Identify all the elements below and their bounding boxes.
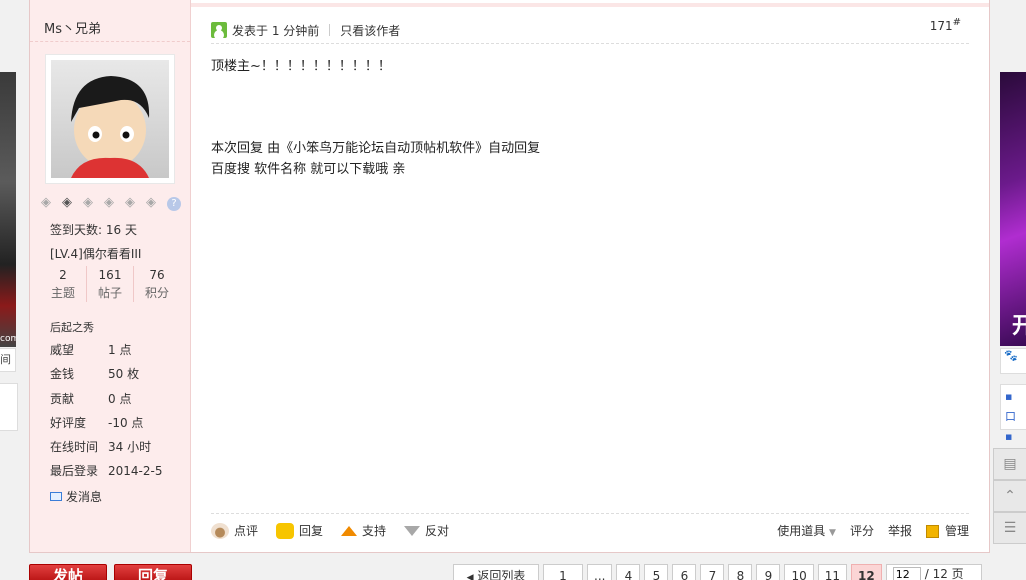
up-arrow-icon bbox=[341, 525, 358, 536]
send-message-link[interactable]: 发消息 bbox=[50, 488, 102, 505]
sign-in-days: 签到天数: 16 天 bbox=[50, 223, 137, 237]
forum-post: Ms丶兄弟 ◈ ◈ ◈ ◈ ◈ ◈ ? 签到天数: 16 天 [LV.4]偶尔看… bbox=[29, 0, 990, 553]
speech-bubble-icon: ▤ bbox=[1003, 456, 1017, 472]
comment-float-button[interactable]: ▤ bbox=[993, 448, 1026, 480]
post-content-area: 发表于 1 分钟前 只看该作者 171# 顶楼主~！！！！！！！！！！ 本次回复… bbox=[211, 0, 971, 552]
stat-points[interactable]: 76 积分 bbox=[134, 266, 180, 302]
user-level: [LV.4]偶尔看看III bbox=[50, 247, 142, 261]
oppose-button[interactable]: 反对 bbox=[404, 522, 449, 539]
info-row: 最后登录 2014-2-5 bbox=[50, 464, 163, 479]
comment-icon bbox=[211, 522, 229, 539]
down-arrow-icon bbox=[404, 525, 421, 536]
new-post-button[interactable]: 发帖 bbox=[29, 564, 107, 580]
user-group[interactable]: 后起之秀 bbox=[50, 319, 94, 335]
avatar-image bbox=[51, 60, 169, 178]
post-header: 发表于 1 分钟前 只看该作者 171# bbox=[211, 17, 969, 44]
rank-gems: ◈ ◈ ◈ ◈ ◈ ◈ bbox=[38, 196, 159, 210]
author-only-link[interactable]: 只看该作者 bbox=[340, 22, 400, 39]
envelope-icon bbox=[50, 492, 62, 501]
left-ad-banner[interactable] bbox=[0, 72, 16, 347]
info-row: 威望 1 点 bbox=[50, 343, 132, 357]
manage-icon bbox=[925, 525, 939, 538]
post-text-line: 顶楼主~！！！！！！！！！！ bbox=[211, 59, 391, 74]
page-link[interactable]: 4 bbox=[616, 564, 641, 580]
separator bbox=[329, 24, 331, 36]
diamond-icon: ◈ bbox=[125, 195, 135, 210]
page-link[interactable]: 11 bbox=[817, 564, 848, 580]
back-to-list-link[interactable]: ◀ 返回列表 bbox=[453, 564, 539, 580]
info-row: 贡献 0 点 bbox=[50, 391, 132, 406]
left-ad-text: com bbox=[0, 334, 16, 344]
stat-posts[interactable]: 161 帖子 bbox=[87, 266, 134, 302]
post-text-line: 本次回复 由《小笨鸟万能论坛自动顶帖机软件》自动回复 bbox=[211, 141, 541, 156]
avatar[interactable] bbox=[45, 54, 175, 184]
stat-threads[interactable]: 2 主题 bbox=[40, 266, 87, 302]
username-link[interactable]: Ms丶兄弟 bbox=[44, 18, 101, 37]
list-icon: ☰ bbox=[1003, 520, 1017, 536]
post-text-line: 百度搜 软件名称 就可以下载哦 亲 bbox=[211, 162, 406, 177]
user-info-list: 威望 1 点 金钱 50 枚 贡献 0 点 好评度 -10 点 在线时间 34 小时 最后… bbox=[50, 340, 162, 486]
diamond-icon: ◈ bbox=[41, 195, 51, 210]
diamond-icon: ◈ bbox=[104, 195, 114, 210]
page-link[interactable]: 5 bbox=[644, 564, 669, 580]
info-row: 金钱 50 枚 bbox=[50, 367, 140, 382]
pagination: ◀ 返回列表 1 ... 4 5 6 7 8 9 10 11 12 / 12 页 bbox=[453, 564, 982, 580]
reply-button[interactable]: 回复 bbox=[276, 522, 323, 539]
online-status-icon bbox=[211, 22, 227, 38]
diamond-icon: ◈ bbox=[146, 195, 156, 210]
page-link[interactable]: 10 bbox=[784, 564, 814, 580]
right-side-item[interactable]: ▪ 口 bbox=[1005, 387, 1026, 427]
page-link[interactable]: 9 bbox=[756, 564, 781, 580]
use-tool-dropdown[interactable]: 使用道具 ▼ bbox=[777, 522, 836, 539]
right-side-list: ▪ 口 ▪ 自 bbox=[1000, 384, 1026, 463]
page-jump: / 12 页 bbox=[885, 564, 982, 580]
post-signature-text: 本次回复 由《小笨鸟万能论坛自动顶帖机软件》自动回复 百度搜 软件名称 就可以下… bbox=[211, 138, 540, 180]
rate-link[interactable]: 评分 bbox=[850, 522, 874, 539]
page-ellipsis: ... bbox=[587, 564, 613, 580]
info-row: 在线时间 34 小时 bbox=[50, 440, 152, 455]
support-button[interactable]: 支持 bbox=[341, 522, 386, 539]
list-float-button[interactable]: ☰ bbox=[993, 512, 1026, 544]
diamond-icon: ◈ bbox=[62, 195, 72, 210]
user-stats: 2 主题 161 帖子 76 积分 bbox=[40, 266, 180, 302]
chevron-down-icon: ▼ bbox=[829, 528, 836, 538]
help-icon[interactable]: ? bbox=[167, 197, 181, 211]
post-body: 顶楼主~！！！！！！！！！！ bbox=[211, 56, 391, 77]
reply-post-button[interactable]: 回复 bbox=[114, 564, 192, 580]
paw-icon[interactable]: 🐾 bbox=[1000, 348, 1026, 374]
post-actions: 点评 回复 支持 反对 使用道具 ▼ 评分 举报 管理 bbox=[211, 513, 969, 539]
current-page: 12 bbox=[851, 564, 882, 580]
page-link[interactable]: 7 bbox=[700, 564, 725, 580]
page-link[interactable]: 1 bbox=[543, 564, 583, 580]
info-row: 好评度 -10 点 bbox=[50, 415, 144, 430]
post-time: 发表于 1 分钟前 bbox=[232, 23, 320, 38]
left-side-tab[interactable]: 间 bbox=[0, 348, 16, 372]
left-arrow-icon: ◀ bbox=[466, 573, 474, 580]
reply-icon bbox=[276, 522, 295, 539]
report-link[interactable]: 举报 bbox=[888, 522, 912, 539]
up-arrow-icon: ⌃ bbox=[1004, 488, 1016, 504]
floor-number[interactable]: 171# bbox=[930, 17, 961, 33]
left-side-box bbox=[0, 383, 18, 431]
right-ad-text: 开 bbox=[1012, 314, 1026, 339]
page-link[interactable]: 8 bbox=[728, 564, 753, 580]
author-profile: Ms丶兄弟 ◈ ◈ ◈ ◈ ◈ ◈ ? 签到天数: 16 天 [LV.4]偶尔看… bbox=[30, 0, 191, 552]
post-admin-actions: 使用道具 ▼ 评分 举报 管理 bbox=[777, 522, 969, 539]
divider bbox=[30, 41, 190, 42]
right-ad-banner[interactable] bbox=[1000, 72, 1026, 346]
manage-link[interactable]: 管理 bbox=[925, 522, 969, 539]
diamond-icon: ◈ bbox=[83, 195, 93, 210]
back-to-top-button[interactable]: ⌃ bbox=[993, 480, 1026, 512]
page-link[interactable]: 6 bbox=[672, 564, 697, 580]
comment-button[interactable]: 点评 bbox=[211, 522, 258, 539]
page-jump-input[interactable] bbox=[892, 567, 921, 580]
